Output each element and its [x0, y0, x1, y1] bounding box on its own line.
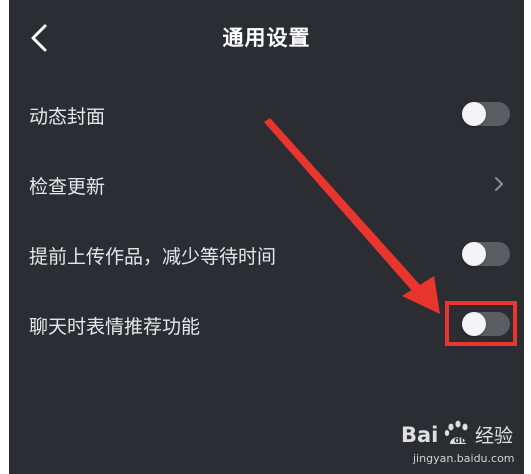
annotation-highlight-box [445, 301, 517, 346]
setting-label: 提前上传作品，减少等待时间 [29, 246, 277, 268]
svg-text:经验: 经验 [475, 425, 513, 447]
setting-row-dynamic-cover[interactable]: 动态封面 [9, 80, 524, 150]
settings-screen: 通用设置 动态封面 检查更新 提前上传作品，减少等待时间 聊天时表情推荐功能 B… [9, 0, 524, 474]
watermark: Bai du 经验 jingyan.baidu.com [401, 418, 524, 468]
page-title: 通用设置 [222, 26, 311, 50]
dynamic-cover-toggle[interactable] [462, 102, 510, 126]
watermark-url: jingyan.baidu.com [413, 452, 515, 465]
setting-label: 检查更新 [29, 176, 106, 198]
pre-upload-toggle[interactable] [462, 242, 510, 266]
setting-row-check-update[interactable]: 检查更新 [9, 150, 524, 220]
toggle-knob [462, 242, 486, 266]
screenshot-frame: 通用设置 动态封面 检查更新 提前上传作品，减少等待时间 聊天时表情推荐功能 B… [0, 0, 531, 474]
setting-row-pre-upload[interactable]: 提前上传作品，减少等待时间 [9, 220, 524, 290]
baidu-jingyan-logo: Bai du 经验 [401, 420, 513, 447]
header: 通用设置 [9, 0, 524, 78]
svg-text:Bai: Bai [401, 423, 438, 447]
setting-label: 聊天时表情推荐功能 [29, 316, 201, 338]
toggle-knob [462, 102, 486, 126]
chevron-right-icon [495, 177, 503, 191]
setting-label: 动态封面 [29, 106, 106, 128]
svg-text:du: du [454, 436, 467, 446]
